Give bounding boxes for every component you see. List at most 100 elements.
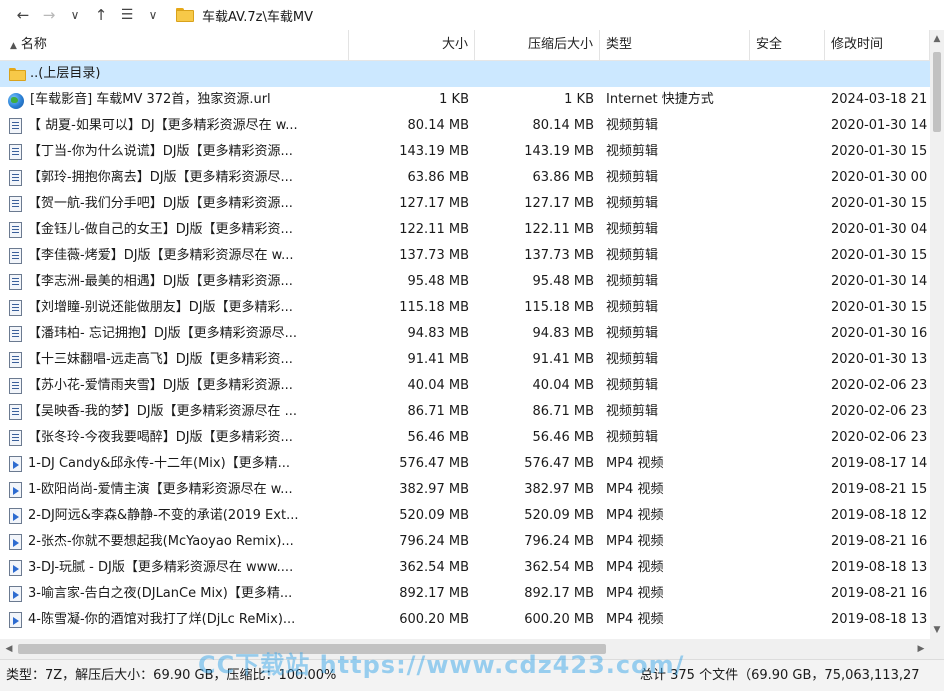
cell-size: 127.17 MB — [399, 196, 469, 211]
cell-type: 视频剪辑 — [606, 326, 659, 341]
globe-icon — [8, 92, 24, 109]
video-file-icon — [9, 378, 22, 394]
table-row[interactable]: 3-DJ-玩腻 - DJ版【更多精彩资源尽在 www.... 362.54 MB 3… — [0, 555, 930, 581]
file-name: 2-张杰-你就不要想起我(McYaoyao Remix)... — [28, 534, 294, 549]
file-name: 【贺一航-我们分手吧】DJ版【更多精彩资源... — [28, 196, 293, 211]
table-row[interactable]: 2-张杰-你就不要想起我(McYaoyao Remix)... 796.24 MB… — [0, 529, 930, 555]
video-file-icon — [9, 430, 22, 446]
cell-size: 95.48 MB — [407, 274, 469, 289]
breadcrumb[interactable]: 车载AV.7z\车载MV — [176, 2, 313, 28]
table-row[interactable]: 3-喻言家-告白之夜(DJLanCe Mix)【更多精... 892.17 MB 8… — [0, 581, 930, 607]
table-row[interactable]: [车载影音] 车载MV 372首，独家资源.url 1 KB 1 KB Interne… — [0, 87, 930, 113]
cell-size: 362.54 MB — [399, 560, 469, 575]
column-compressed-size[interactable]: 压缩后大小 — [475, 30, 600, 60]
cell-security — [750, 321, 825, 347]
cell-compressed-size: 362.54 MB — [524, 560, 594, 575]
scroll-up-icon[interactable]: ▲ — [930, 32, 944, 46]
table-row[interactable]: 【金钰儿-做自己的女王】DJ版【更多精彩资... 122.11 MB 122.11 … — [0, 217, 930, 243]
cell-security — [750, 503, 825, 529]
table-row[interactable]: 【苏小花-爱情雨夹雪】DJ版【更多精彩资源... 40.04 MB 40.04 MB… — [0, 373, 930, 399]
cell-type: 视频剪辑 — [606, 430, 659, 445]
cell-size: 80.14 MB — [407, 118, 469, 133]
cell-type: 视频剪辑 — [606, 118, 659, 133]
cell-name: 【苏小花-爱情雨夹雪】DJ版【更多精彩资源... — [0, 373, 349, 399]
folder-icon — [176, 8, 194, 22]
vertical-scroll-thumb[interactable] — [933, 52, 941, 132]
table-row[interactable]: 【十三妹翻唱-远走高飞】DJ版【更多精彩资... 91.41 MB 91.41 MB… — [0, 347, 930, 373]
vertical-scrollbar[interactable]: ▲ ▼ — [930, 30, 944, 639]
cell-compressed-size: 382.97 MB — [524, 482, 594, 497]
parent-directory-row[interactable]: ..(上层目录) — [0, 61, 930, 87]
table-row[interactable]: 【 胡夏-如果可以】DJ【更多精彩资源尽在 w... 80.14 MB 80.14 … — [0, 113, 930, 139]
back-arrow-icon[interactable]: ← — [10, 2, 36, 28]
cell-size: 115.18 MB — [399, 300, 469, 315]
mp4-file-icon — [9, 508, 22, 524]
cell-name: 【丁当-你为什么说谎】DJ版【更多精彩资源... — [0, 139, 349, 165]
cell-security — [750, 191, 825, 217]
table-row[interactable]: 【贺一航-我们分手吧】DJ版【更多精彩资源... 127.17 MB 127.17 … — [0, 191, 930, 217]
column-security[interactable]: 安全 — [750, 30, 825, 60]
mp4-file-icon — [9, 560, 22, 576]
mp4-file-icon — [9, 482, 22, 498]
view-list-icon[interactable]: ☰ — [114, 2, 140, 28]
table-row[interactable]: 【张冬玲-今夜我要喝醉】DJ版【更多精彩资... 56.46 MB 56.46 MB… — [0, 425, 930, 451]
scroll-left-icon[interactable]: ◀ — [2, 642, 16, 656]
cell-size: 576.47 MB — [399, 456, 469, 471]
column-header: ▲ 名称 大小 压缩后大小 类型 安全 修改时间 — [0, 30, 930, 61]
file-name: 【张冬玲-今夜我要喝醉】DJ版【更多精彩资... — [28, 430, 293, 445]
table-row[interactable]: 2-DJ阿远&李森&静静-不变的承诺(2019 Ext... 520.09 MB 5… — [0, 503, 930, 529]
cell-size: 56.46 MB — [407, 430, 469, 445]
sort-ascending-icon: ▲ — [10, 41, 17, 51]
view-chevron-down-icon[interactable]: ∨ — [140, 2, 166, 28]
parent-directory-label: ..(上层目录) — [30, 66, 101, 81]
cell-security — [750, 581, 825, 607]
column-size[interactable]: 大小 — [349, 30, 475, 60]
video-file-icon — [9, 196, 22, 212]
table-row[interactable]: 【李志洲-最美的相遇】DJ版【更多精彩资源... 95.48 MB 95.48 MB… — [0, 269, 930, 295]
cell-compressed-size: 122.11 MB — [524, 222, 594, 237]
column-name[interactable]: ▲ 名称 — [0, 30, 349, 60]
cell-type: MP4 视频 — [606, 586, 664, 601]
file-name: [车载影音] 车载MV 372首，独家资源.url — [30, 92, 271, 107]
cell-modified: 2020-01-30 04 — [831, 222, 928, 237]
table-row[interactable]: 4-陈雪凝-你的酒馆对我打了烊(DjLc ReMix)... 600.20 MB 6… — [0, 607, 930, 633]
table-row[interactable]: 【刘增瞳-别说还能做朋友】DJ版【更多精彩... 115.18 MB 115.18 … — [0, 295, 930, 321]
video-file-icon — [9, 300, 22, 316]
video-file-icon — [9, 274, 22, 290]
file-list[interactable]: ..(上层目录) [车载影音] 车载MV 372首，独家资源.url 1 KB 1 … — [0, 61, 930, 639]
cell-compressed-size: 94.83 MB — [532, 326, 594, 341]
cell-security — [750, 243, 825, 269]
up-arrow-icon[interactable]: ↑ — [88, 2, 114, 28]
table-row[interactable]: 【郭玲-拥抱你离去】DJ版【更多精彩资源尽... 63.86 MB 63.86 MB… — [0, 165, 930, 191]
column-modified[interactable]: 修改时间 — [825, 30, 930, 60]
cell-modified: 2020-01-30 00 — [831, 170, 928, 185]
table-row[interactable]: 【李佳薇-烤爱】DJ版【更多精彩资源尽在 w... 137.73 MB 137.73… — [0, 243, 930, 269]
file-name: 4-陈雪凝-你的酒馆对我打了烊(DjLc ReMix)... — [28, 612, 296, 627]
cell-type: 视频剪辑 — [606, 222, 659, 237]
forward-arrow-icon[interactable]: → — [36, 2, 62, 28]
cell-compressed-size: 80.14 MB — [532, 118, 594, 133]
table-row[interactable]: 【潘玮柏- 忘记拥抱】DJ版【更多精彩资源尽... 94.83 MB 94.83 M… — [0, 321, 930, 347]
history-chevron-down-icon[interactable]: ∨ — [62, 2, 88, 28]
cell-type: MP4 视频 — [606, 482, 664, 497]
address-bar: ← → ∨ ↑ ☰ ∨ 车载AV.7z\车载MV — [0, 0, 944, 30]
cell-type: 视频剪辑 — [606, 404, 659, 419]
cell-compressed-size: 796.24 MB — [524, 534, 594, 549]
scroll-down-icon[interactable]: ▼ — [930, 623, 944, 637]
cell-security — [750, 139, 825, 165]
cell-type: MP4 视频 — [606, 560, 664, 575]
cell-compressed-size: 86.71 MB — [532, 404, 594, 419]
cell-modified: 2020-01-30 15 — [831, 144, 928, 159]
scroll-right-icon[interactable]: ▶ — [914, 642, 928, 656]
table-row[interactable]: 【吴映香-我的梦】DJ版【更多精彩资源尽在 ... 86.71 MB 86.71 M… — [0, 399, 930, 425]
table-row[interactable]: 1-DJ Candy&邱永传-十二年(Mix)【更多精... 576.47 MB 5… — [0, 451, 930, 477]
mp4-file-icon — [9, 612, 22, 628]
file-name: 【刘增瞳-别说还能做朋友】DJ版【更多精彩... — [28, 300, 293, 315]
column-type[interactable]: 类型 — [600, 30, 750, 60]
video-file-icon — [9, 170, 22, 186]
table-row[interactable]: 1-欧阳尚尚-爱情主演【更多精彩资源尽在 w... 382.97 MB 382.97… — [0, 477, 930, 503]
cell-type: 视频剪辑 — [606, 196, 659, 211]
video-file-icon — [9, 404, 22, 420]
cell-name: 【 胡夏-如果可以】DJ【更多精彩资源尽在 w... — [0, 113, 349, 139]
table-row[interactable]: 【丁当-你为什么说谎】DJ版【更多精彩资源... 143.19 MB 143.19 … — [0, 139, 930, 165]
